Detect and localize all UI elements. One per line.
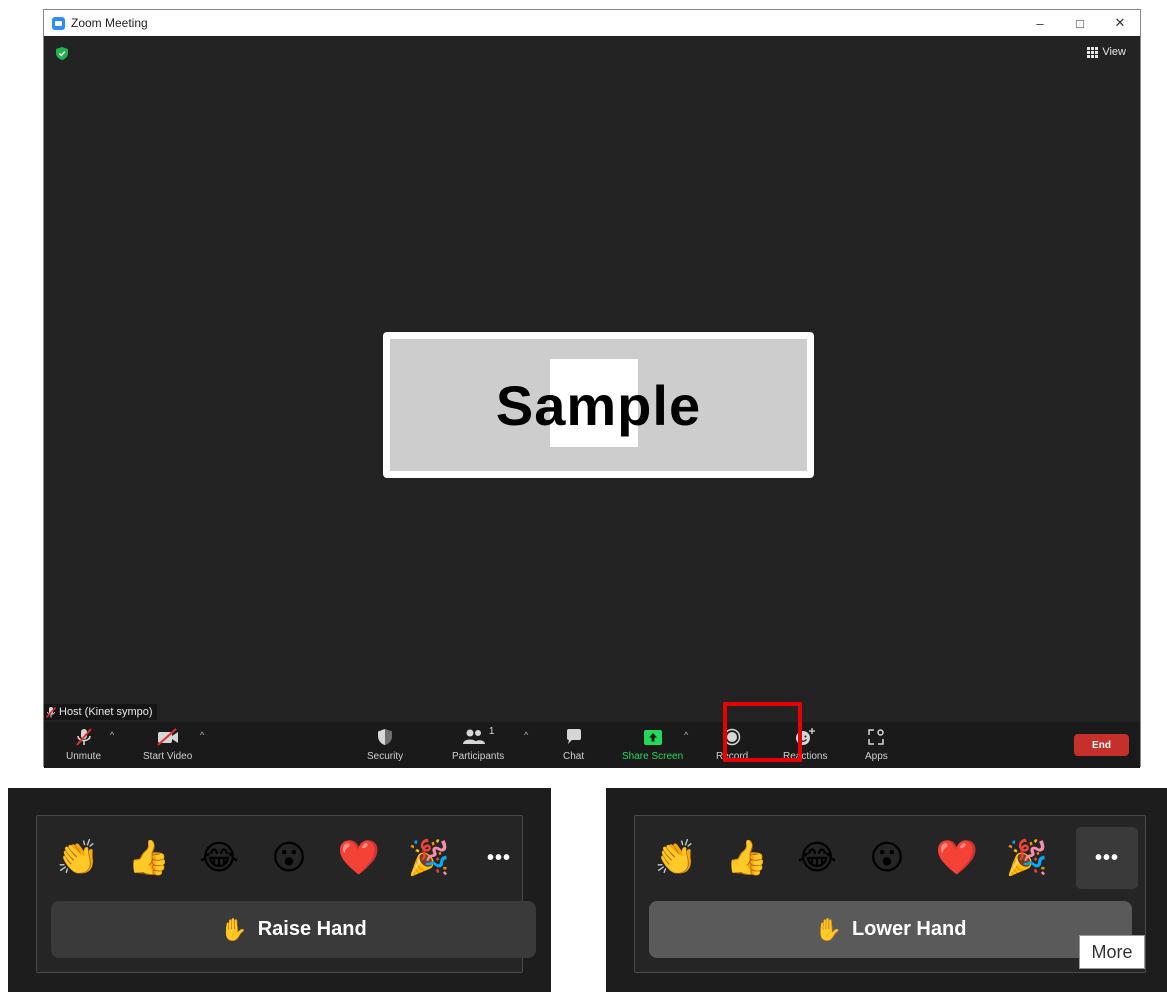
emoji-row-raise: 👏 👍 😂 😮 ❤️ 🎉 ••• bbox=[37, 816, 522, 900]
party-popper-emoji-icon[interactable]: 🎉 bbox=[408, 837, 450, 879]
start-video-label: Start Video bbox=[143, 751, 193, 762]
close-button[interactable]: ✕ bbox=[1100, 10, 1140, 36]
clap-emoji-icon[interactable]: 👏 bbox=[655, 837, 697, 879]
window-controls: – □ ✕ bbox=[1020, 10, 1140, 36]
video-options-caret[interactable]: ^ bbox=[200, 730, 204, 740]
lower-hand-label: Lower Hand bbox=[851, 918, 967, 940]
heart-emoji-icon[interactable]: ❤️ bbox=[936, 837, 978, 879]
reactions-highlight-box bbox=[723, 702, 802, 762]
view-button[interactable]: View bbox=[1087, 46, 1126, 58]
title-bar: Zoom Meeting – □ ✕ bbox=[44, 10, 1140, 36]
audio-options-caret[interactable]: ^ bbox=[110, 730, 114, 740]
shared-content-inner: Sample bbox=[390, 339, 807, 471]
participant-name-label: Host (Kinet sympo) bbox=[44, 704, 157, 720]
hand-icon: ✋ bbox=[814, 916, 842, 942]
apps-icon bbox=[868, 729, 885, 745]
party-popper-emoji-icon[interactable]: 🎉 bbox=[1006, 837, 1048, 879]
tears-of-joy-emoji-icon[interactable]: 😂 bbox=[198, 837, 240, 879]
apps-button[interactable]: Apps bbox=[865, 726, 888, 762]
shared-content-card: Sample bbox=[383, 332, 814, 478]
open-mouth-emoji-icon[interactable]: 😮 bbox=[866, 837, 908, 879]
zoom-meeting-window: Zoom Meeting – □ ✕ View Sample Host (Kin… bbox=[43, 9, 1141, 768]
video-stage: View Sample Host (Kinet sympo) bbox=[44, 36, 1140, 722]
chat-button[interactable]: Chat bbox=[563, 726, 584, 762]
muted-mic-icon bbox=[46, 706, 56, 718]
open-mouth-emoji-icon[interactable]: 😮 bbox=[268, 837, 310, 879]
zoom-app-icon bbox=[52, 16, 65, 30]
chat-label: Chat bbox=[563, 751, 585, 762]
share-screen-button[interactable]: Share Screen bbox=[622, 726, 683, 762]
video-off-icon bbox=[156, 728, 178, 746]
chat-bubble-icon bbox=[566, 729, 581, 744]
reactions-popup-raise: 👏 👍 😂 😮 ❤️ 🎉 ••• ✋ Raise Hand bbox=[8, 788, 551, 992]
emoji-row-lower: 👏 👍 😂 😮 ❤️ 🎉 ••• bbox=[635, 816, 1145, 900]
view-label: View bbox=[1102, 46, 1126, 58]
mic-muted-icon bbox=[75, 728, 92, 746]
security-button[interactable]: Security bbox=[367, 726, 403, 762]
security-label: Security bbox=[367, 751, 404, 762]
security-shield-icon bbox=[378, 729, 393, 745]
host-name: Host (Kinet sympo) bbox=[59, 706, 153, 718]
apps-label: Apps bbox=[865, 751, 888, 762]
end-meeting-button[interactable]: End bbox=[1074, 734, 1129, 756]
share-options-caret[interactable]: ^ bbox=[684, 730, 688, 740]
clap-emoji-icon[interactable]: 👏 bbox=[57, 837, 99, 879]
window-title: Zoom Meeting bbox=[71, 16, 148, 30]
minimize-button[interactable]: – bbox=[1020, 10, 1060, 36]
participants-options-caret[interactable]: ^ bbox=[524, 730, 528, 740]
meeting-toolbar: Unmute ^ Start Video ^ Security 1 Partic… bbox=[44, 722, 1140, 768]
tears-of-joy-emoji-icon[interactable]: 😂 bbox=[796, 837, 838, 879]
thumbs-up-emoji-icon[interactable]: 👍 bbox=[128, 837, 170, 879]
raise-hand-button[interactable]: ✋ Raise Hand bbox=[51, 901, 536, 958]
thumbs-up-emoji-icon[interactable]: 👍 bbox=[726, 837, 768, 879]
start-video-button[interactable]: Start Video bbox=[143, 726, 192, 762]
share-screen-label: Share Screen bbox=[622, 751, 684, 762]
encryption-shield-icon[interactable] bbox=[56, 47, 68, 60]
unmute-button[interactable]: Unmute bbox=[66, 726, 101, 762]
heart-emoji-icon[interactable]: ❤️ bbox=[338, 837, 380, 879]
lower-hand-button[interactable]: ✋ Lower Hand bbox=[649, 901, 1132, 958]
participants-count: 1 bbox=[488, 726, 495, 737]
share-screen-icon bbox=[643, 729, 662, 745]
reactions-panel-raise: 👏 👍 😂 😮 ❤️ 🎉 ••• ✋ Raise Hand bbox=[36, 815, 536, 973]
reactions-panel-lower: 👏 👍 😂 😮 ❤️ 🎉 ••• ✋ Lower Hand bbox=[634, 815, 1146, 973]
raise-hand-label: Raise Hand bbox=[257, 918, 367, 940]
unmute-label: Unmute bbox=[66, 751, 102, 762]
more-reactions-button[interactable]: ••• bbox=[478, 837, 520, 879]
more-reactions-button[interactable]: ••• bbox=[1076, 827, 1138, 889]
maximize-button[interactable]: □ bbox=[1060, 10, 1100, 36]
grid-view-icon bbox=[1087, 46, 1099, 58]
participants-label: Participants bbox=[452, 751, 505, 762]
participants-icon bbox=[462, 729, 485, 744]
hand-icon: ✋ bbox=[220, 916, 248, 942]
more-tooltip: More bbox=[1079, 935, 1145, 969]
participants-button[interactable]: 1 Participants bbox=[452, 726, 504, 762]
sample-text: Sample bbox=[495, 373, 702, 437]
